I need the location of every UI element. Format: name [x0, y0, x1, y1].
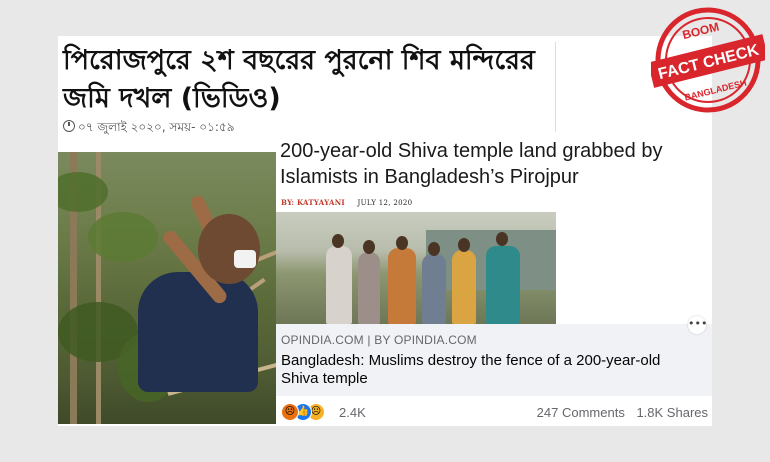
post-stats: 247 Comments 1.8K Shares [537, 405, 708, 420]
bengali-article-title: পিরোজপুরে ২শ বছরের পুরনো শিব মন্দিরের জম… [63, 45, 535, 114]
shares-count[interactable]: 1.8K Shares [636, 405, 708, 420]
reaction-count[interactable]: 2.4K [339, 405, 366, 420]
clock-icon [63, 120, 75, 132]
divider [555, 42, 556, 132]
opindia-author[interactable]: KATYAYANI [297, 198, 345, 207]
angry-reaction-icon: ☹ [281, 403, 299, 421]
opindia-article-title: 200-year-old Shiva temple land grabbed b… [280, 140, 663, 188]
link-source: OPINDIA.COM | BY OPINDIA.COM [281, 333, 477, 347]
opindia-byline: BY: KATYAYANI JULY 12, 2020 [281, 198, 413, 207]
opindia-date: JULY 12, 2020 [357, 199, 413, 207]
bengali-article-date: ০৭ জুলাই ২০২০, সময়- ০১:৫৯ [78, 120, 235, 134]
comments-count[interactable]: 247 Comments [537, 405, 625, 420]
video-still-photo [58, 152, 276, 424]
crowd-photo [276, 212, 556, 324]
boom-fact-check-stamp: BOOM FACT CHECK BANGLADESH [651, 7, 765, 113]
link-headline[interactable]: Bangladesh: Muslims destroy the fence of… [281, 352, 701, 388]
more-icon[interactable]: ••• [688, 316, 707, 334]
bengali-article-meta: ০৭ জুলাই ২০২০, সময়- ০১:৫৯ [63, 119, 234, 139]
